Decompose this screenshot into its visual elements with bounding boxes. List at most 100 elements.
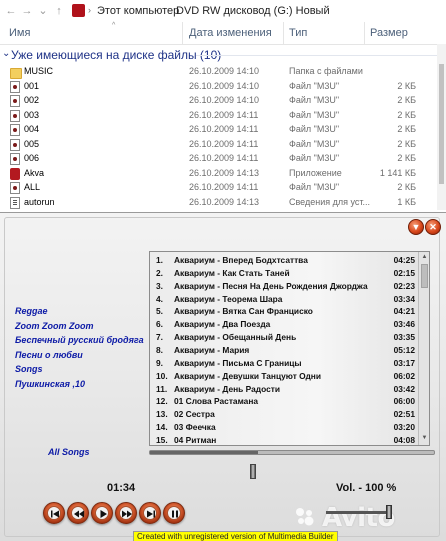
playlist-link[interactable]: Пушкинская ,10 — [15, 379, 85, 389]
file-date: 26.10.2009 14:11 — [189, 182, 259, 192]
breadcrumb-drive[interactable]: DVD RW дисковод (G:) Новый — [176, 5, 330, 17]
track-title: 04 Ритман — [174, 434, 217, 445]
track-number: 9. — [156, 357, 163, 368]
column-date[interactable]: Дата изменения — [189, 27, 272, 39]
file-size: 1 КБ — [397, 196, 416, 207]
column-name[interactable]: Имя — [9, 27, 30, 39]
m3u-file-icon — [10, 80, 20, 93]
column-divider[interactable] — [182, 22, 183, 44]
track-number: 4. — [156, 293, 163, 304]
column-size[interactable]: Размер — [370, 27, 408, 39]
track-number: 15. — [156, 434, 168, 445]
file-name[interactable]: 001 — [24, 81, 39, 91]
volume-knob[interactable] — [386, 505, 392, 519]
next-button[interactable] — [115, 502, 137, 524]
file-name[interactable]: 006 — [24, 153, 39, 163]
chevron-down-icon[interactable]: ⌄ — [36, 4, 50, 18]
file-row[interactable]: 006 26.10.2009 14:11 Файл "M3U" 2 КБ — [0, 152, 446, 166]
file-row[interactable]: 005 26.10.2009 14:11 Файл "M3U" 2 КБ — [0, 138, 446, 152]
pause-button[interactable] — [163, 502, 185, 524]
chevron-down-icon[interactable]: ⌄ — [2, 48, 10, 59]
playlist-link[interactable]: Песни о любви — [15, 350, 83, 360]
up-arrow-icon[interactable]: ↑ — [52, 4, 66, 18]
all-songs-link[interactable]: All Songs — [48, 447, 90, 457]
track-duration: 03:46 — [393, 319, 415, 330]
play-icon — [100, 510, 107, 518]
track-number: 10. — [156, 370, 168, 381]
file-row[interactable]: 004 26.10.2009 14:11 Файл "M3U" 2 КБ — [0, 123, 446, 137]
column-divider[interactable] — [364, 22, 365, 44]
file-row[interactable]: Akva 26.10.2009 14:13 Приложение 1 141 КБ — [0, 167, 446, 181]
app-icon — [10, 167, 20, 180]
setup-info-icon — [10, 196, 20, 209]
m3u-file-icon — [10, 138, 20, 151]
play-button[interactable] — [91, 502, 113, 524]
file-row[interactable]: 003 26.10.2009 14:11 Файл "M3U" 2 КБ — [0, 109, 446, 123]
breadcrumb-separator-icon: › — [167, 5, 170, 15]
file-name[interactable]: MUSIC — [24, 66, 53, 76]
sort-ascending-icon: ^ — [112, 22, 116, 29]
fast-forward-icon — [122, 510, 132, 518]
explorer-scrollbar[interactable] — [437, 44, 446, 210]
dvd-drive-icon — [72, 4, 85, 17]
track-duration: 03:35 — [393, 332, 415, 343]
file-row[interactable]: 002 26.10.2009 14:10 Файл "M3U" 2 КБ — [0, 94, 446, 108]
file-name[interactable]: ALL — [24, 182, 40, 192]
file-row[interactable]: MUSIC 26.10.2009 14:10 Папка с файлами — [0, 65, 446, 79]
track-title: 01 Слова Растамана — [174, 396, 259, 407]
file-name[interactable]: 003 — [24, 110, 39, 120]
file-row[interactable]: ALL 26.10.2009 14:11 Файл "M3U" 2 КБ — [0, 181, 446, 195]
track-title: Аквариум - Девушки Танцуют Одни — [174, 370, 321, 381]
track-number: 1. — [156, 255, 163, 265]
seek-handle[interactable] — [250, 464, 256, 479]
m3u-file-icon — [10, 182, 20, 194]
volume-slider[interactable] — [326, 505, 392, 519]
rewind-icon — [74, 510, 84, 518]
first-track-button[interactable] — [43, 502, 65, 524]
back-arrow-icon[interactable]: ← — [4, 4, 18, 18]
track-title: Аквариум - Письма С Границы — [174, 357, 302, 368]
close-button[interactable]: ✕ — [425, 219, 441, 235]
file-type: Файл "M3U" — [289, 182, 340, 192]
file-row[interactable]: 001 26.10.2009 14:10 Файл "M3U" 2 КБ — [0, 80, 446, 94]
track-number: 12. — [156, 396, 168, 407]
track-duration: 03:42 — [393, 383, 415, 394]
scrollbar-thumb[interactable] — [439, 64, 444, 184]
volume-label: Vol. - 100 % — [336, 482, 397, 494]
playlist-link[interactable]: Songs — [15, 364, 43, 374]
file-name[interactable]: 004 — [24, 124, 39, 134]
playlist-link[interactable]: Reggae — [15, 306, 48, 316]
track-duration: 02:23 — [393, 280, 415, 291]
address-bar: ← → ⌄ ↑ › Этот компьютер › DVD RW дисков… — [0, 0, 446, 23]
elapsed-time: 01:34 — [107, 482, 136, 494]
track-list[interactable]: 1. Аквариум - Вперед Бодхтсаттва 04:25 2. Ак… — [149, 251, 430, 446]
track-list-scrollbar[interactable]: ▲ ▼ — [418, 252, 429, 445]
playlist-link[interactable]: Zoom Zoom Zoom — [15, 321, 94, 331]
file-type: Папка с файлами — [289, 66, 363, 76]
file-type: Файл "M3U" — [289, 138, 340, 149]
track-row[interactable]: 15. 04 Ритман 04:08 — [150, 434, 418, 445]
file-name[interactable]: 005 — [24, 139, 39, 149]
track-title: Аквариум - День Радости — [174, 383, 281, 394]
last-track-button[interactable] — [139, 502, 161, 524]
file-group-header[interactable]: ⌄ Уже имеющиеся на диске файлы (10) — [0, 46, 446, 64]
forward-arrow-icon[interactable]: → — [20, 4, 34, 18]
playlist-link[interactable]: Беспечный русский бродяга — [15, 335, 144, 345]
file-name[interactable]: 002 — [24, 95, 39, 105]
multimedia-player-window: ▼ ✕ Reggae Zoom Zoom Zoom Беспечный русски… — [0, 212, 446, 541]
track-number: 3. — [156, 280, 163, 291]
column-type[interactable]: Тип — [289, 27, 307, 39]
file-name[interactable]: Akva — [24, 168, 44, 178]
track-title: Аквариум - Теорема Шара — [174, 293, 283, 304]
scroll-up-arrow-icon[interactable]: ▲ — [420, 253, 429, 262]
file-row[interactable]: autorun 26.10.2009 14:13 Сведения для уст.… — [0, 196, 446, 210]
previous-button[interactable] — [67, 502, 89, 524]
file-date: 26.10.2009 14:13 — [189, 196, 260, 207]
track-list-scroll-thumb[interactable] — [421, 264, 428, 288]
file-name[interactable]: autorun — [24, 197, 55, 207]
minimize-button[interactable]: ▼ — [408, 219, 424, 235]
file-date: 26.10.2009 14:11 — [189, 124, 259, 134]
seek-bar[interactable] — [149, 450, 435, 455]
column-divider[interactable] — [283, 22, 284, 44]
scroll-down-arrow-icon[interactable]: ▼ — [420, 434, 429, 443]
